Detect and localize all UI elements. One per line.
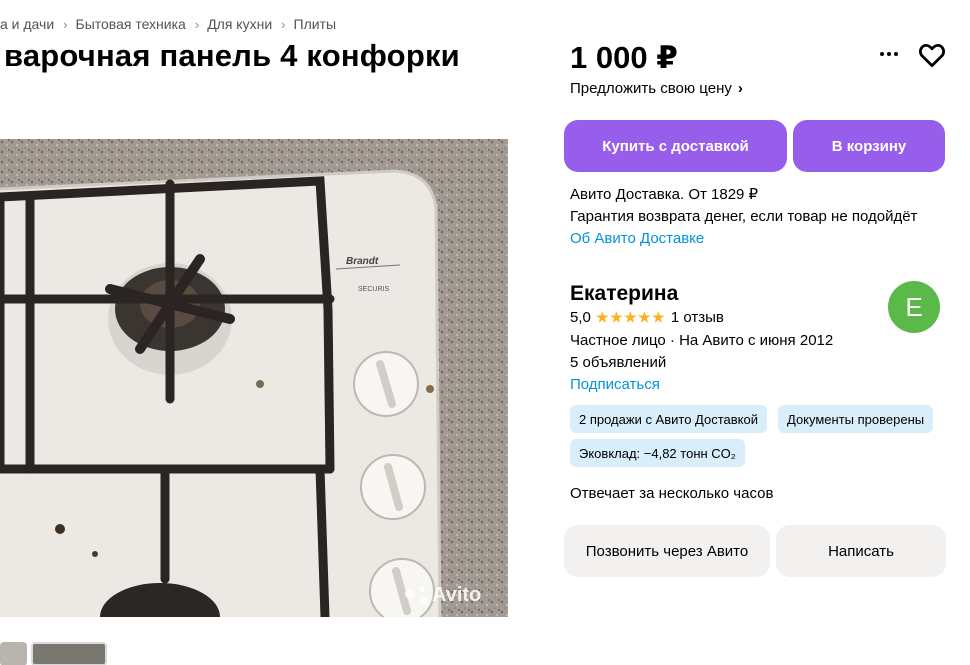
seller-rating: 5,0 1 отзыв	[570, 309, 724, 326]
reviews-link[interactable]: 1 отзыв	[671, 309, 724, 326]
star-icon	[596, 311, 609, 323]
offer-price-link[interactable]: Предложить свою цену ›	[570, 80, 743, 97]
thumbnail-strip	[0, 642, 107, 665]
star-icon	[624, 311, 637, 323]
chevron-right-icon: ›	[281, 16, 286, 32]
thumbnail[interactable]	[0, 642, 27, 665]
reply-time: Отвечает за несколько часов	[570, 485, 774, 502]
star-icon	[638, 311, 651, 323]
heart-icon	[919, 44, 945, 67]
breadcrumb-item[interactable]: Бытовая техника	[76, 16, 186, 32]
brand-text: Brandt	[346, 256, 379, 267]
star-icon	[610, 311, 623, 323]
seller-details: Частное лицо · На Авито с июня 2012 5 об…	[570, 330, 833, 396]
chevron-right-icon: ›	[63, 16, 68, 32]
subscribe-link[interactable]: Подписаться	[570, 374, 833, 396]
seller-type: Частное лицо · На Авито с июня 2012	[570, 332, 834, 349]
watermark-text: Avito	[432, 584, 481, 606]
price: 1 000 ₽	[570, 40, 678, 75]
call-button[interactable]: Позвонить через Авито	[564, 525, 770, 577]
favorite-button[interactable]	[917, 40, 947, 70]
rating-value: 5,0	[570, 309, 591, 326]
delivery-info-link[interactable]: Об Авито Доставке	[570, 228, 917, 250]
star-icon	[652, 311, 665, 323]
more-dots-icon	[880, 52, 898, 56]
write-message-button[interactable]: Написать	[776, 525, 946, 577]
model-text: SECURIS	[358, 286, 389, 293]
add-to-cart-button[interactable]: В корзину	[793, 120, 945, 172]
breadcrumb: а и дачи › Бытовая техника › Для кухни ›…	[0, 16, 336, 32]
breadcrumb-item[interactable]: а и дачи	[0, 16, 54, 32]
avatar[interactable]: Е	[888, 281, 940, 333]
breadcrumb-item[interactable]: Для кухни	[207, 16, 272, 32]
badge-documents[interactable]: Документы проверены	[778, 405, 934, 433]
breadcrumb-item[interactable]: Плиты	[294, 16, 337, 32]
more-options-button[interactable]	[874, 40, 904, 68]
buy-with-delivery-button[interactable]: Купить с доставкой	[564, 120, 787, 172]
chevron-right-icon: ›	[194, 16, 200, 32]
delivery-info: Авито Доставка. От 1829 ₽ Гарантия возвр…	[570, 184, 917, 250]
badge-eco[interactable]: Эковклад: −4,82 тонн CO₂	[570, 439, 745, 467]
chevron-right-icon: ›	[737, 80, 743, 97]
offer-price-label: Предложить свою цену	[570, 80, 732, 97]
badge-deliveries[interactable]: 2 продажи с Авито Доставкой	[570, 405, 767, 433]
seller-name[interactable]: Екатерина	[570, 282, 678, 306]
product-photo[interactable]: Brandt SECURIS Avito	[0, 139, 508, 617]
rating-stars	[596, 311, 665, 324]
delivery-price: Авито Доставка. От 1829 ₽	[570, 186, 759, 203]
seller-ads-count[interactable]: 5 объявлений	[570, 352, 833, 374]
page-title: варочная панель 4 конфорки	[4, 38, 460, 73]
delivery-guarantee: Гарантия возврата денег, если товар не п…	[570, 208, 918, 225]
thumbnail-active[interactable]	[31, 642, 107, 665]
